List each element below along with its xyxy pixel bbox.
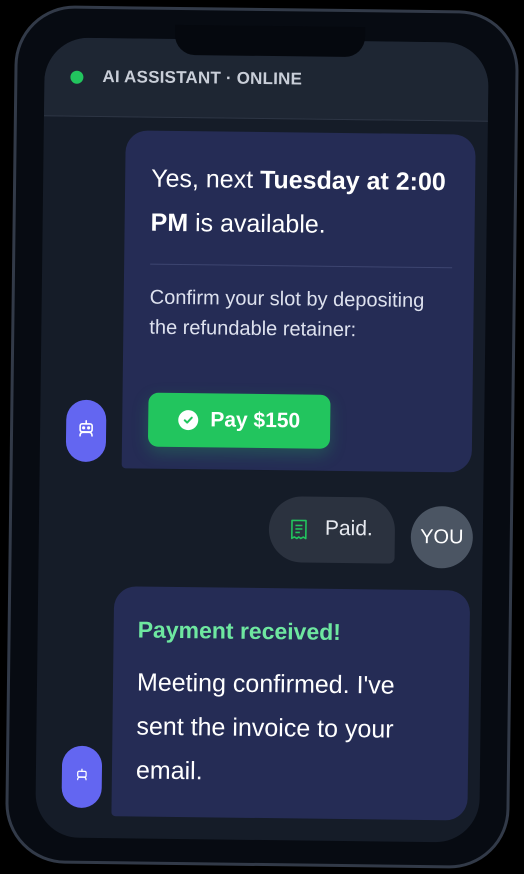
assistant-message-bubble: Yes, next Tuesday at 2:00 PM is availabl… [121, 130, 476, 473]
robot-icon [75, 767, 89, 786]
pay-button-label: Pay $150 [210, 408, 301, 433]
confirm-text: Confirm your slot by depositing the refu… [149, 286, 425, 342]
user-avatar: YOU [410, 505, 474, 569]
user-message-bubble: Paid. [268, 496, 396, 564]
chat-screen: AI ASSISTANT · ONLINE Yes, next Tuesday … [35, 37, 489, 843]
phone-notch [174, 24, 366, 58]
online-status-dot [70, 70, 84, 84]
assistant-message-bubble: Payment received! Meeting confirmed. I'v… [111, 586, 471, 821]
receipt-icon [289, 518, 309, 545]
assistant-avatar [65, 399, 107, 463]
check-circle-icon [178, 409, 199, 431]
payment-received-heading: Payment received! [137, 616, 342, 645]
availability-text: Yes, next Tuesday at 2:00 PM is availabl… [150, 164, 446, 239]
pay-button[interactable]: Pay $150 [147, 392, 331, 449]
divider [150, 263, 453, 269]
robot-icon [76, 418, 96, 443]
assistant-avatar [61, 745, 103, 809]
user-message-text: Paid. [324, 516, 373, 541]
header-title: AI ASSISTANT · ONLINE [102, 67, 303, 89]
confirmation-text: Meeting confirmed. I've sent the invoice… [135, 668, 395, 786]
